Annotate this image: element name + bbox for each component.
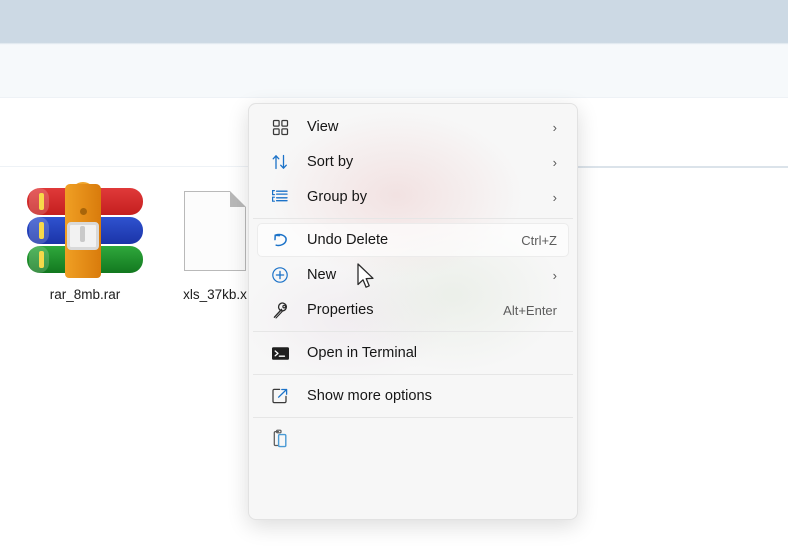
- context-menu-item-label: Show more options: [307, 388, 432, 404]
- plus-circle-icon: [269, 265, 291, 285]
- file-label: rar_8mb.rar: [49, 287, 121, 302]
- paste-clipboard-icon: [269, 429, 291, 449]
- context-menu: View › Sort by › Group by › Undo Delete …: [248, 103, 578, 520]
- file-explorer-window: TestFolder › Search TestFolder View: [0, 0, 788, 549]
- content-divider-right: [560, 166, 788, 168]
- context-menu-item-label: Properties: [307, 302, 374, 318]
- context-menu-item-label: Open in Terminal: [307, 345, 418, 361]
- chevron-right-icon: ›: [552, 267, 557, 283]
- chevron-right-icon: ›: [552, 189, 557, 205]
- context-menu-item-properties[interactable]: Properties Alt+Enter: [257, 293, 569, 327]
- menu-separator: [253, 218, 573, 219]
- generic-file-icon: [0, 183, 24, 279]
- chevron-right-icon: ›: [552, 119, 557, 135]
- group-list-icon: [269, 187, 291, 207]
- context-menu-item-shortcut: Alt+Enter: [503, 302, 557, 318]
- context-menu-item-sort-by[interactable]: Sort by ›: [257, 145, 569, 179]
- terminal-icon: [269, 343, 291, 363]
- menu-separator: [253, 417, 573, 418]
- address-row: TestFolder › Search TestFolder: [0, 45, 788, 136]
- list-item[interactable]: rar_8mb.rar: [25, 182, 145, 302]
- file-label: 6: [0, 287, 24, 302]
- context-menu-item-label: Sort by: [307, 154, 354, 170]
- context-menu-item-open-in-terminal[interactable]: Open in Terminal: [257, 336, 569, 370]
- winrar-archive-icon: [25, 182, 145, 279]
- grid-view-icon: [269, 117, 291, 137]
- chevron-right-icon: ›: [552, 154, 557, 170]
- context-menu-item-view[interactable]: View ›: [257, 110, 569, 144]
- context-menu-item-undo-delete[interactable]: Undo Delete Ctrl+Z: [257, 223, 569, 257]
- context-menu-item-paste[interactable]: [257, 422, 569, 456]
- list-item[interactable]: 6: [0, 183, 24, 302]
- menu-separator: [253, 331, 573, 332]
- context-menu-item-label: Undo Delete: [307, 232, 389, 248]
- context-menu-item-show-more-options[interactable]: Show more options: [257, 379, 569, 413]
- open-external-icon: [269, 386, 291, 406]
- sort-arrows-icon: [269, 152, 291, 172]
- context-menu-item-label: View: [307, 119, 339, 135]
- context-menu-item-label: Group by: [307, 189, 368, 205]
- context-menu-item-new[interactable]: New ›: [257, 258, 569, 292]
- menu-separator: [253, 374, 573, 375]
- context-menu-item-group-by[interactable]: Group by ›: [257, 180, 569, 214]
- context-menu-item-label: New: [307, 267, 337, 283]
- context-menu-item-shortcut: Ctrl+Z: [521, 232, 557, 248]
- undo-arrow-icon: [269, 230, 291, 250]
- wrench-icon: [269, 300, 291, 320]
- window-titlebar: [0, 0, 788, 42]
- mouse-cursor: [356, 263, 378, 293]
